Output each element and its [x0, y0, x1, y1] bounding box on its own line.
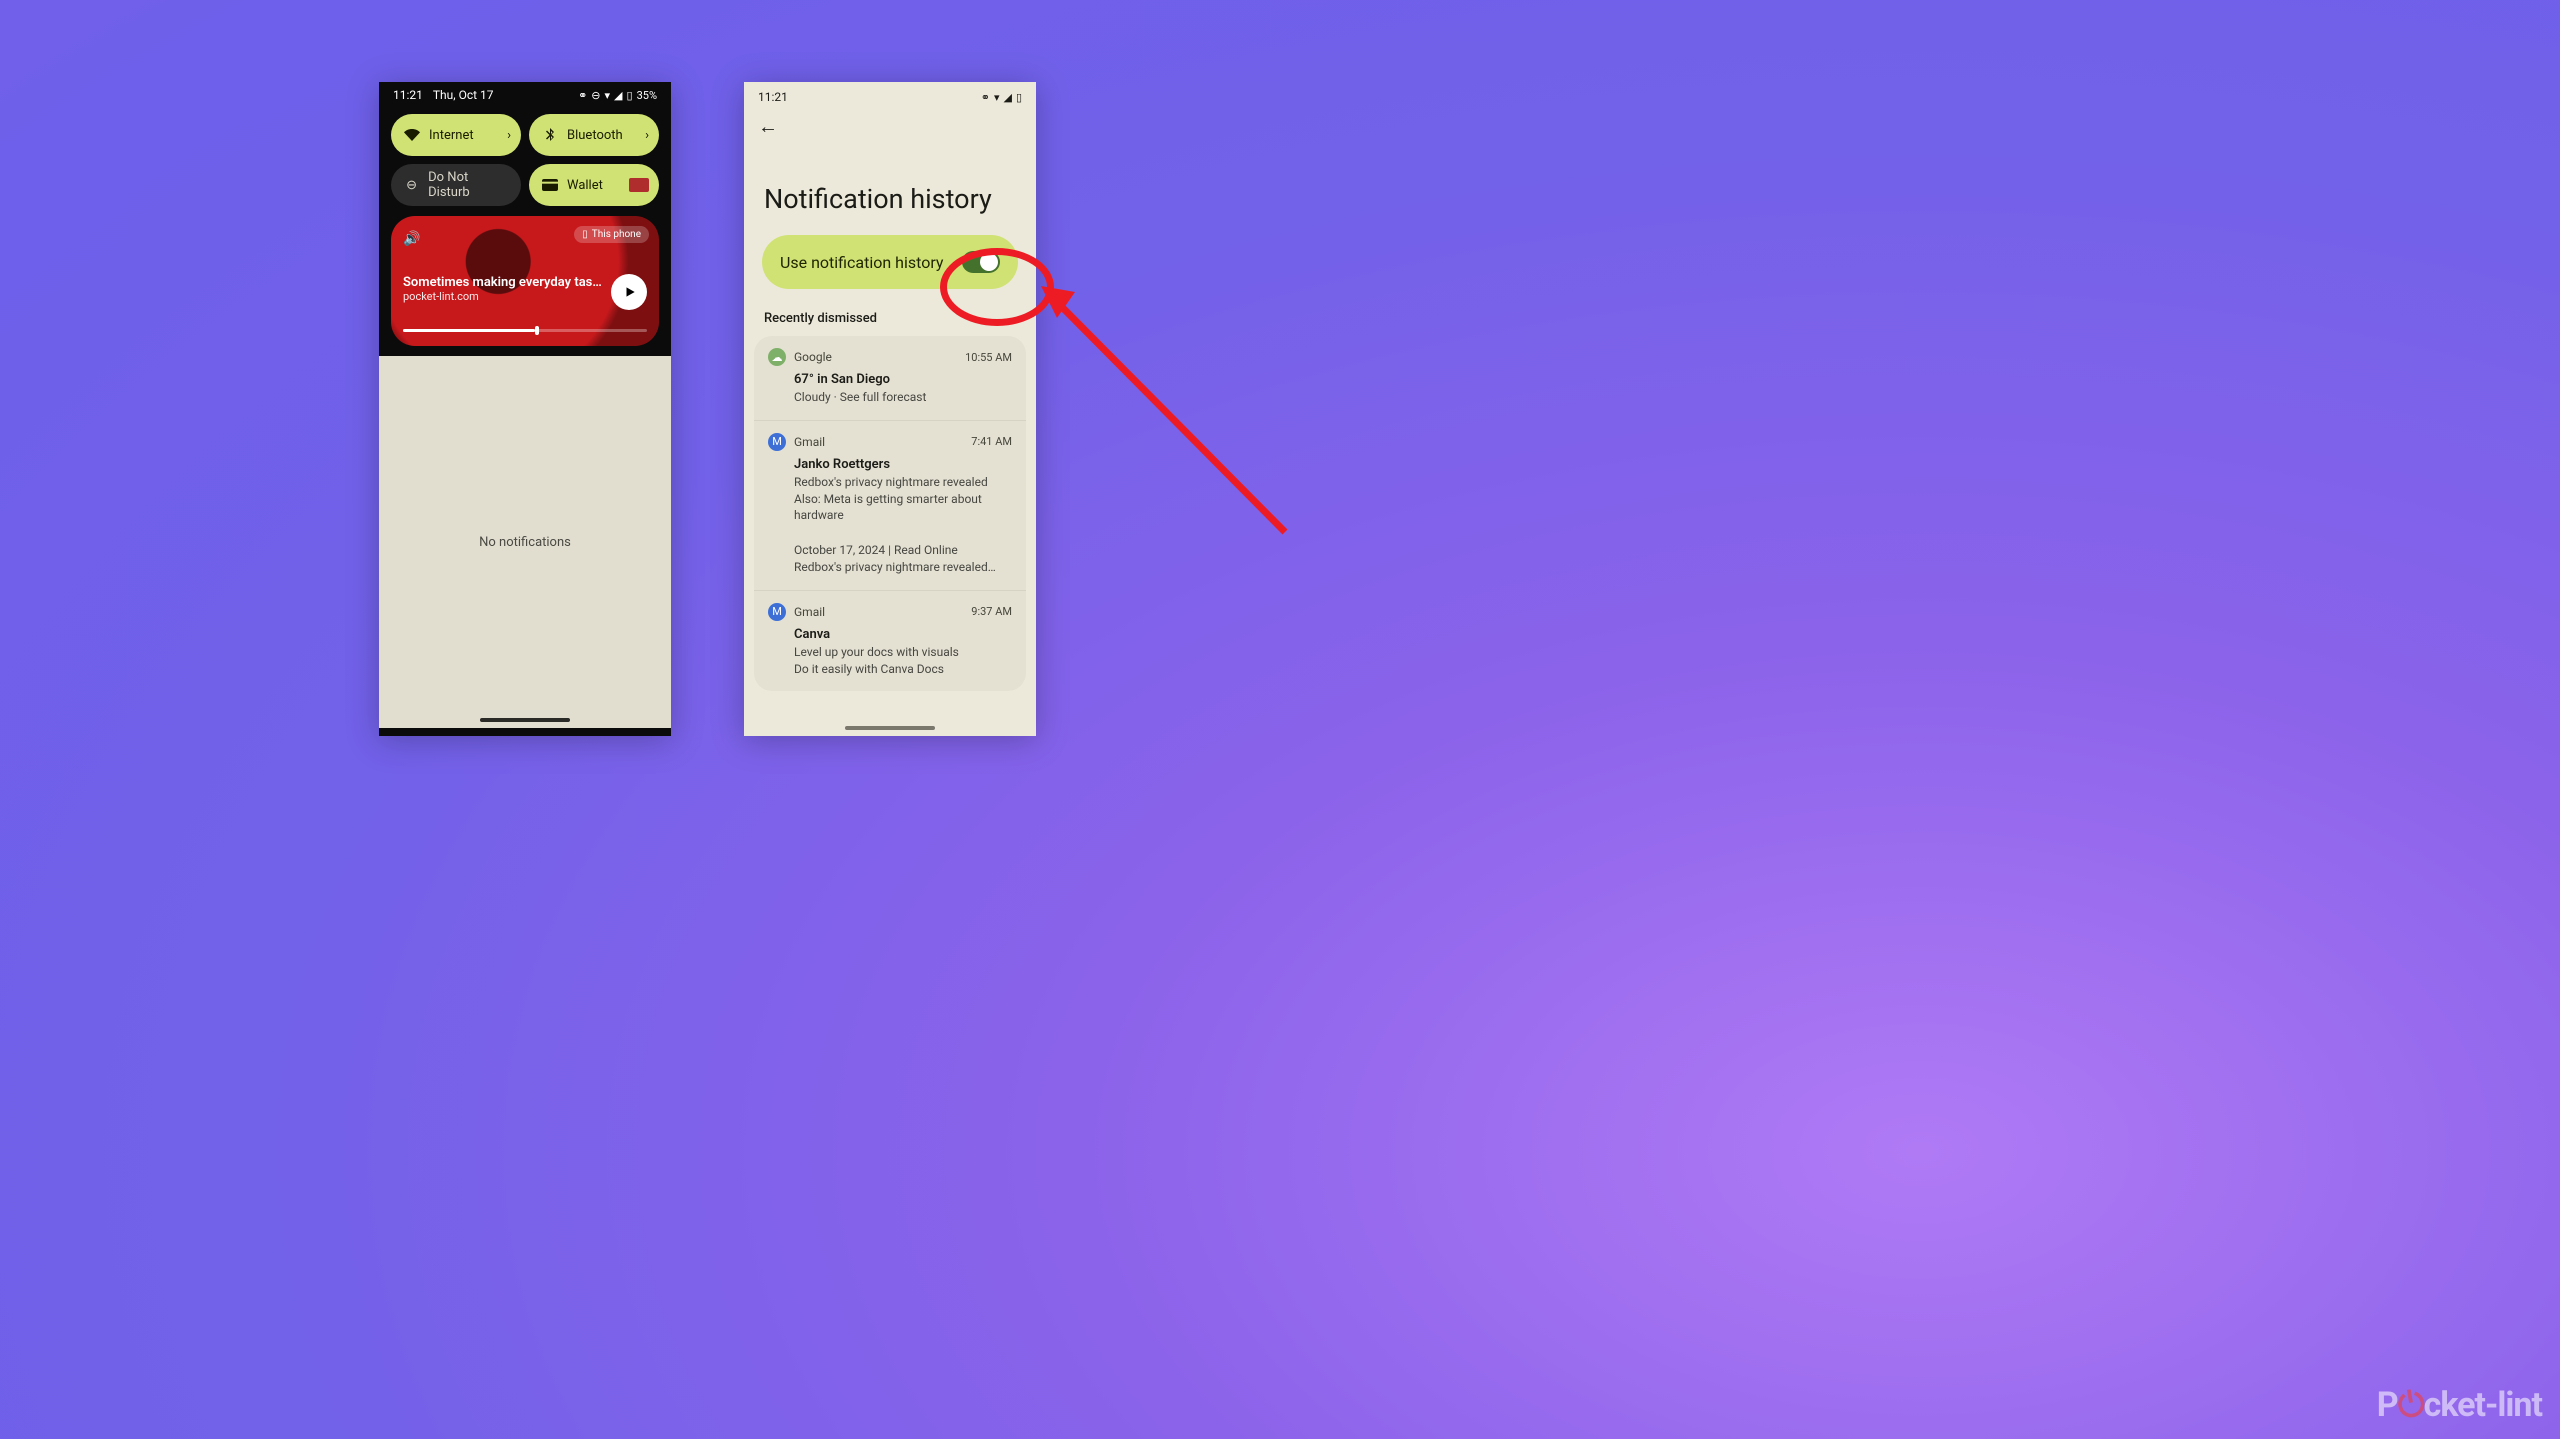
time-label: 10:55 AM [965, 351, 1012, 364]
phone-quick-settings: 11:21 Thu, Oct 17 ⚭ ⊖ ▾ ◢ ▯ 35% Internet… [379, 82, 671, 736]
tile-internet[interactable]: Internet › [391, 114, 521, 156]
wallet-card-preview [629, 178, 649, 192]
time-label: 9:37 AM [971, 605, 1012, 618]
battery-icon: ▯ [627, 89, 633, 102]
signal-icon: ◢ [614, 89, 622, 102]
tile-label: Wallet [567, 178, 603, 193]
app-name: Google [794, 350, 832, 364]
status-icons: ⚭ ⊖ ▾ ◢ ▯ 35% [578, 89, 657, 102]
output-device-pill[interactable]: ▯ This phone [574, 226, 649, 243]
link-icon: ⚭ [578, 89, 587, 102]
signal-icon: ◢ [1003, 91, 1011, 104]
bluetooth-icon [541, 128, 559, 142]
notification-item[interactable]: ☁ Google 10:55 AM 67° in San Diego Cloudy · … [754, 336, 1026, 421]
notif-body: Redbox's privacy nightmare revealedAlso:… [794, 474, 1012, 524]
link-icon: ⚭ [981, 91, 990, 104]
wifi-icon: ▾ [605, 89, 611, 102]
dismissed-list: ☁ Google 10:55 AM 67° in San Diego Cloudy · … [754, 336, 1026, 691]
toggle-use-history[interactable]: Use notification history [762, 235, 1018, 289]
media-player-card[interactable]: 🔊 ▯ This phone Sometimes making everyday… [391, 216, 659, 346]
volume-icon: 🔊 [403, 231, 420, 247]
page-title: Notification history [744, 139, 1036, 235]
notif-body: Cloudy · See full forecast [794, 389, 1012, 406]
chevron-right-icon: › [645, 128, 649, 143]
dnd-icon: ⊖ [403, 178, 420, 193]
battery-icon: ▯ [1016, 91, 1022, 104]
notif-title: Canva [794, 627, 1012, 642]
app-icon: ☁ [768, 348, 786, 366]
app-name: Gmail [794, 435, 825, 449]
status-bar: 11:21 ⚭ ▾ ◢ ▯ [744, 82, 1036, 108]
wifi-icon [403, 127, 421, 143]
status-icons: ⚭ ▾ ◢ ▯ [981, 91, 1022, 104]
wifi-icon: ▾ [994, 91, 1000, 104]
toggle-label: Use notification history [780, 253, 943, 272]
play-button[interactable] [611, 274, 647, 310]
notif-body-extra: October 17, 2024 | Read OnlineRedbox's p… [794, 542, 1012, 576]
dnd-icon: ⊖ [591, 89, 600, 102]
empty-label: No notifications [479, 535, 571, 550]
tile-label: Do Not Disturb [428, 170, 509, 200]
phone-icon: ▯ [582, 229, 588, 240]
app-name: Gmail [794, 605, 825, 619]
time-label: 7:41 AM [971, 435, 1012, 448]
phone-notification-history: 11:21 ⚭ ▾ ◢ ▯ ← Notification history Use… [744, 82, 1036, 736]
back-button[interactable]: ← [758, 114, 778, 138]
status-date: Thu, Oct 17 [433, 88, 494, 102]
switch-on[interactable] [962, 251, 1000, 273]
notif-title: Janko Roettgers [794, 457, 1012, 472]
wallet-icon [541, 179, 559, 191]
tile-label: Internet [429, 128, 474, 143]
tile-wallet[interactable]: Wallet [529, 164, 659, 206]
media-title: Sometimes making everyday tasks s… [403, 275, 603, 290]
quick-tiles: Internet › Bluetooth › ⊖ Do Not Disturb … [379, 104, 671, 206]
annotation-arrow [1035, 270, 1305, 550]
status-time: 11:21 [758, 90, 788, 104]
app-icon: M [768, 433, 786, 451]
section-header: Recently dismissed [744, 289, 1036, 336]
status-bar: 11:21 Thu, Oct 17 ⚭ ⊖ ▾ ◢ ▯ 35% [379, 82, 671, 104]
notification-item[interactable]: M Gmail 7:41 AM Janko Roettgers Redbox's pri… [754, 421, 1026, 591]
tile-bluetooth[interactable]: Bluetooth › [529, 114, 659, 156]
app-bar: ← [744, 108, 1036, 139]
notif-body: Level up your docs with visualsDo it eas… [794, 644, 1012, 678]
gesture-bar[interactable] [845, 726, 935, 730]
chevron-right-icon: › [507, 128, 511, 143]
seek-bar[interactable] [403, 329, 647, 332]
gesture-bar[interactable] [480, 718, 570, 722]
watermark: P⏻cket-lint [2377, 1385, 2542, 1425]
notification-item[interactable]: M Gmail 9:37 AM Canva Level up your docs wit… [754, 591, 1026, 692]
notification-list-empty: No notifications [379, 356, 671, 728]
battery-pct: 35% [637, 89, 657, 102]
notif-title: 67° in San Diego [794, 372, 1012, 387]
status-time: 11:21 [393, 88, 423, 102]
tile-label: Bluetooth [567, 128, 623, 143]
app-icon: M [768, 603, 786, 621]
stage: 11:21 Thu, Oct 17 ⚭ ⊖ ▾ ◢ ▯ 35% Internet… [0, 0, 2560, 1439]
device-label: This phone [592, 229, 641, 240]
tile-dnd[interactable]: ⊖ Do Not Disturb [391, 164, 521, 206]
